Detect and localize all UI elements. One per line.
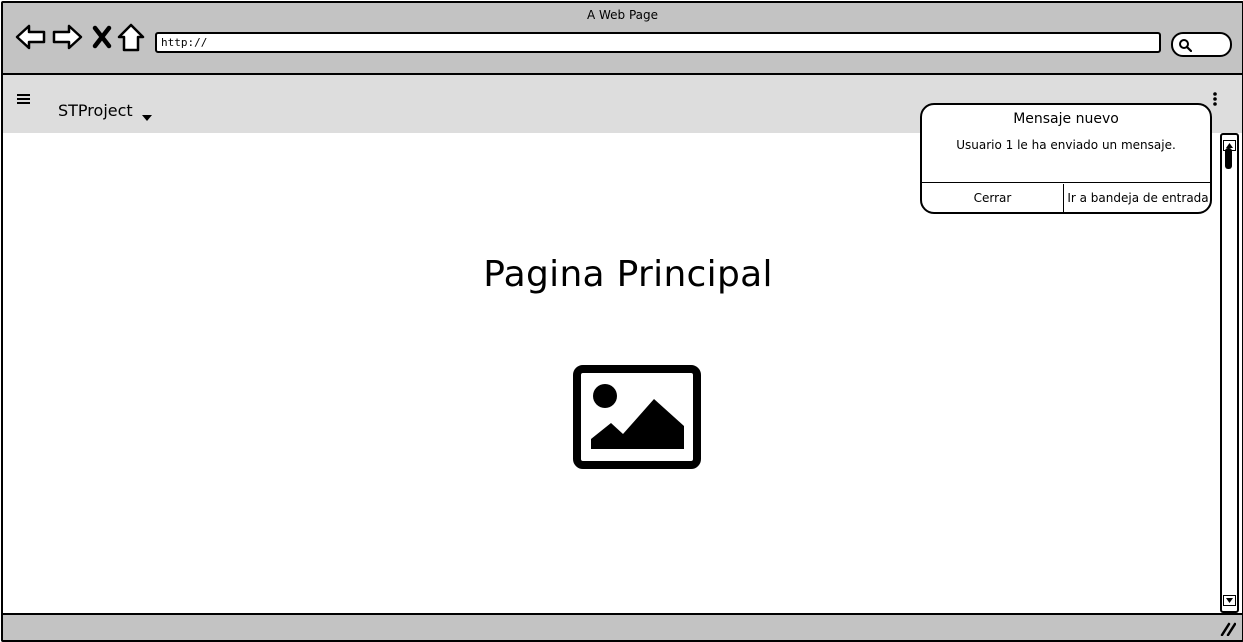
page-title: Pagina Principal: [483, 254, 773, 295]
image-placeholder-icon: [573, 365, 701, 473]
resize-grip-icon[interactable]: [1220, 621, 1237, 640]
go-to-inbox-button[interactable]: Ir a bandeja de entrada: [1066, 184, 1210, 212]
forward-arrow-icon[interactable]: [51, 23, 83, 55]
notification-title: Mensaje nuevo: [1013, 111, 1119, 127]
close-icon[interactable]: [92, 25, 112, 53]
notification-message: Usuario 1 le ha enviado un mensaje.: [956, 138, 1176, 152]
window-title: A Web Page: [586, 8, 659, 22]
notification-divider: [922, 182, 1210, 183]
caret-down-icon[interactable]: [141, 107, 153, 126]
browser-chrome: A Web Page http://: [3, 3, 1242, 75]
search-icon: [1179, 39, 1192, 52]
browser-window: A Web Page http:// STProject Pagina Prin: [1, 1, 1243, 642]
notification-popup: Mensaje nuevo Usuario 1 le ha enviado un…: [920, 103, 1212, 214]
close-notification-button[interactable]: Cerrar: [922, 184, 1064, 212]
scroll-thumb[interactable]: [1225, 148, 1232, 169]
kebab-menu-icon[interactable]: [1212, 91, 1218, 111]
status-bar: [3, 613, 1242, 640]
home-icon[interactable]: [117, 23, 145, 57]
vertical-scrollbar[interactable]: [1220, 133, 1239, 613]
scroll-down-icon[interactable]: [1223, 591, 1236, 610]
project-selector[interactable]: STProject: [58, 101, 133, 120]
hamburger-menu-icon[interactable]: [16, 91, 32, 110]
search-box[interactable]: [1171, 32, 1232, 57]
back-arrow-icon[interactable]: [15, 23, 47, 55]
url-input[interactable]: http://: [155, 32, 1161, 53]
